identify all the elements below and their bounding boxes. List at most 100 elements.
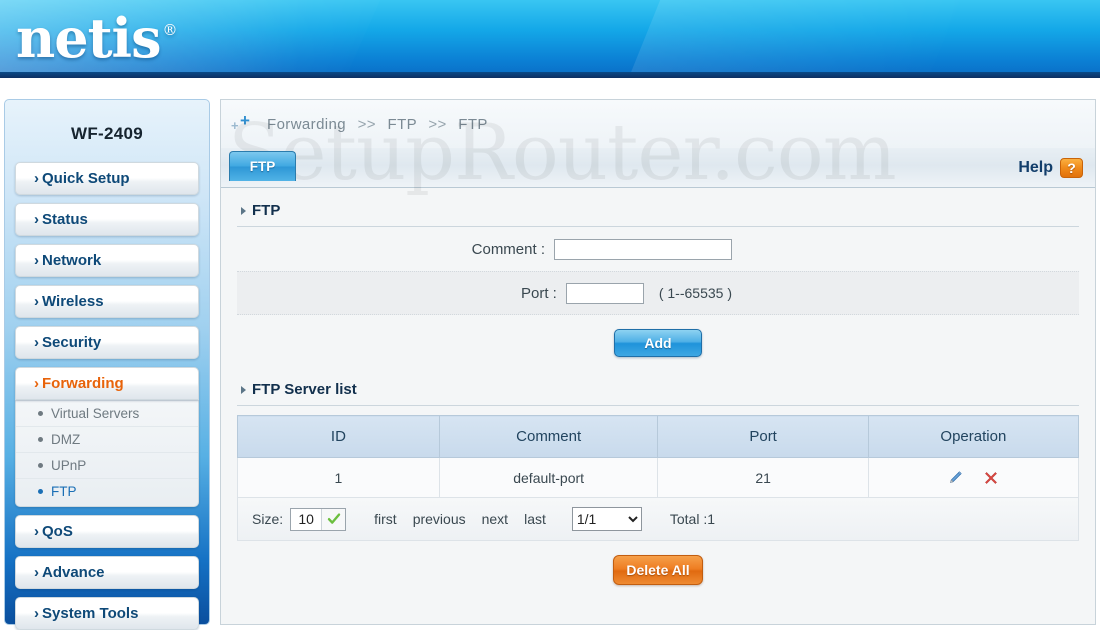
sidebar-item-network[interactable]: › Network (15, 244, 199, 277)
total-count-label: Total :1 (669, 511, 716, 527)
delete-all-button[interactable]: Delete All (613, 555, 703, 585)
sidebar-item-security[interactable]: › Security (15, 326, 199, 359)
column-header-id: ID (237, 415, 440, 458)
pencil-icon[interactable] (947, 470, 963, 486)
add-button[interactable]: Add (614, 329, 702, 357)
sidebar-item-label: Security (42, 334, 102, 351)
submenu-item-label: Virtual Servers (51, 406, 140, 421)
ftp-section-header: FTP (237, 188, 1079, 227)
page-size-input[interactable] (291, 508, 322, 530)
breadcrumb-item-forwarding[interactable]: Forwarding (267, 116, 346, 133)
column-header-comment: Comment (438, 415, 659, 458)
column-header-operation: Operation (867, 415, 1080, 458)
content-panel: + + Forwarding >> FTP >> FTP FTP Help ? … (220, 99, 1096, 625)
sidebar-item-wireless[interactable]: › Wireless (15, 285, 199, 318)
sidebar-item-label: Network (42, 252, 102, 269)
sidebar-item-qos[interactable]: › QoS (15, 515, 199, 548)
submenu-item-dmz[interactable]: DMZ (16, 426, 198, 452)
chevron-right-icon: › (34, 170, 39, 187)
plus-decoration-icon: + + (231, 112, 259, 132)
breadcrumb-separator: >> (357, 115, 376, 133)
header-sheen-2 (607, 0, 973, 78)
page-size-label: Size: (252, 511, 284, 527)
content-inner: FTP Comment : Port : ( 1--65535 ) Add FT… (221, 188, 1095, 595)
bullet-icon (38, 489, 43, 494)
sidebar-item-label: System Tools (42, 605, 139, 622)
column-header-port: Port (657, 415, 869, 458)
registered-mark: ® (162, 21, 177, 39)
triangle-right-icon (241, 206, 246, 215)
list-title-label: FTP Server list (252, 381, 357, 398)
delete-x-icon[interactable] (983, 470, 999, 486)
pagination-first[interactable]: first (374, 511, 397, 527)
bullet-icon (38, 463, 43, 468)
sidebar-item-label: QoS (42, 523, 73, 540)
plus-large-icon: + (240, 111, 250, 130)
sidebar-item-quick-setup[interactable]: › Quick Setup (15, 162, 199, 195)
chevron-right-icon: › (34, 334, 39, 351)
sidebar-item-forwarding[interactable]: › Forwarding (15, 367, 199, 400)
comment-row: Comment : (237, 227, 1079, 271)
table-row: 1 default-port 21 (237, 457, 1080, 498)
port-label: Port : (520, 284, 557, 302)
bullet-icon (38, 411, 43, 416)
cell-port: 21 (657, 457, 869, 498)
comment-input[interactable] (554, 238, 732, 260)
breadcrumb-bar: + + Forwarding >> FTP >> FTP (221, 100, 1095, 148)
sidebar-item-label: Wireless (42, 293, 104, 310)
operation-icons (870, 470, 1077, 486)
sidebar-item-status[interactable]: › Status (15, 203, 199, 236)
sidebar-item-label: Quick Setup (42, 170, 130, 187)
page-size-control (290, 507, 347, 531)
sidebar-item-label: Advance (42, 564, 105, 581)
green-check-icon[interactable] (321, 508, 346, 530)
forwarding-submenu: Virtual Servers DMZ UPnP FTP (15, 400, 199, 507)
submenu-item-label: UPnP (51, 458, 87, 473)
pagination-bar: Size: first previous next last (237, 498, 1079, 541)
submenu-item-ftp[interactable]: FTP (16, 478, 198, 504)
pagination-last[interactable]: last (524, 511, 546, 527)
chevron-right-icon: › (34, 252, 39, 269)
pagination-next[interactable]: next (482, 511, 508, 527)
chevron-right-icon: › (34, 605, 39, 622)
port-row: Port : ( 1--65535 ) (237, 271, 1079, 315)
port-input[interactable] (565, 282, 644, 304)
question-mark-icon: ? (1060, 158, 1083, 178)
sidebar-item-label: Status (42, 211, 88, 228)
ftp-server-table: ID Comment Port Operation 1 default-port… (237, 415, 1080, 498)
sidebar-item-advance[interactable]: › Advance (15, 556, 199, 589)
tab-strip: FTP Help ? (221, 148, 1095, 188)
chevron-right-icon: › (34, 523, 39, 540)
router-admin-page: netis® SetupRouter.com WF-2409 › Quick S… (0, 0, 1100, 630)
page-select[interactable]: 1/1 (571, 507, 642, 531)
section-title-label: FTP (252, 202, 281, 219)
cell-id: 1 (237, 457, 440, 498)
tab-ftp[interactable]: FTP (229, 151, 296, 181)
comment-label: Comment : (471, 240, 545, 258)
triangle-right-icon (241, 385, 246, 394)
table-header-row: ID Comment Port Operation (237, 415, 1080, 458)
chevron-right-icon: › (34, 293, 39, 310)
port-range-hint: ( 1--65535 ) (658, 285, 732, 301)
breadcrumb: Forwarding >> FTP >> FTP (267, 116, 488, 133)
breadcrumb-item-ftp[interactable]: FTP (388, 116, 417, 133)
netis-logo: netis ® (16, 6, 177, 70)
submenu-item-label: DMZ (51, 432, 81, 447)
delete-all-row: Delete All (237, 541, 1079, 595)
pagination-previous[interactable]: previous (413, 511, 466, 527)
chevron-right-icon: › (34, 375, 39, 392)
sidebar-item-system-tools[interactable]: › System Tools (15, 597, 199, 630)
page-header: netis ® (0, 0, 1100, 78)
add-button-row: Add (237, 315, 1079, 367)
cell-operation (867, 457, 1080, 498)
submenu-item-virtual-servers[interactable]: Virtual Servers (16, 400, 198, 426)
chevron-right-icon: › (34, 211, 39, 228)
breadcrumb-item-current: FTP (458, 115, 488, 133)
plus-small-icon: + (231, 118, 239, 133)
ftp-server-list-header: FTP Server list (237, 367, 1079, 406)
bullet-icon (38, 437, 43, 442)
breadcrumb-separator: >> (428, 115, 447, 133)
submenu-item-label: FTP (51, 484, 77, 499)
submenu-item-upnp[interactable]: UPnP (16, 452, 198, 478)
help-button[interactable]: Help ? (1018, 158, 1083, 178)
